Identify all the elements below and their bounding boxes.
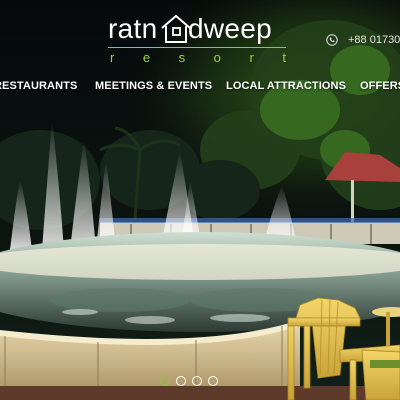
tagline-letter: o [213,50,221,65]
tagline-letter: t [282,50,286,65]
slider-dot[interactable] [208,376,218,386]
nav-item-meetings-events[interactable]: MEETINGS & EVENTS [95,80,212,92]
logo-wordmark: ratn dweep [108,12,286,46]
logo-divider [108,47,286,48]
contact-phone[interactable]: +88 017305 [326,34,400,46]
slider-pagination [160,376,218,386]
hero-slider: ratn dweep r e s o r t +88 017305 RESTAU… [0,0,400,400]
nav-item-restaurants[interactable]: RESTAURANTS [0,80,77,92]
main-navigation: RESTAURANTS MEETINGS & EVENTS LOCAL ATTR… [0,80,400,96]
slider-dot[interactable] [192,376,202,386]
slider-dot[interactable] [176,376,186,386]
phone-icon [326,34,338,46]
tagline-letter: e [142,50,151,65]
nav-item-offers[interactable]: OFFERS [360,80,400,92]
logo-name-left: ratn [108,13,158,44]
nav-item-local-attractions[interactable]: LOCAL ATTRACTIONS [226,80,346,92]
tagline-letter: s [178,50,186,65]
tagline-letter: r [110,50,115,65]
slider-dot[interactable] [160,376,170,386]
tagline-letter: r [249,50,254,65]
brand-logo[interactable]: ratn dweep r e s o r t [108,12,286,65]
logo-tagline: r e s o r t [110,50,286,65]
phone-number[interactable]: +88 017305 [348,34,400,46]
logo-name-right: dweep [188,13,273,44]
